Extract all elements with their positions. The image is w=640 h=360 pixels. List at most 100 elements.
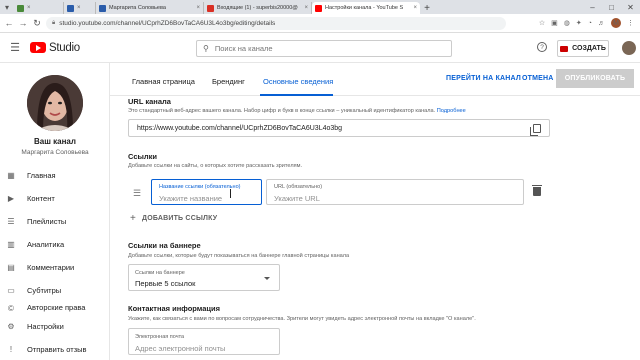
sidebar-item-label: Авторские права <box>27 303 86 312</box>
tab-search-icon[interactable]: ▾ <box>0 0 14 14</box>
back-icon[interactable]: ← <box>4 18 14 28</box>
banner-select-value: Первые 5 ссылок <box>135 279 196 288</box>
browser-tab-mail[interactable]: Входящие (1) - superbis20000@ × <box>204 2 312 14</box>
channel-avatar[interactable] <box>27 75 83 131</box>
create-label: СОЗДАТЬ <box>572 45 606 52</box>
sidebar-item-feedback[interactable]: ! Отправить отзыв <box>0 338 110 360</box>
tab-branding[interactable]: Брендинг <box>212 77 245 86</box>
email-field[interactable]: Электронная почта Адрес электронной почт… <box>128 328 280 355</box>
email-placeholder: Адрес электронной почты <box>135 344 226 353</box>
sidebar-item-analytics[interactable]: ▥ Аналитика <box>0 233 110 255</box>
lock-icon: 🔒︎ <box>52 19 56 26</box>
sidebar-item-subtitles[interactable]: ▭ Субтитры <box>0 279 110 301</box>
sidebar-item-content[interactable]: ▶ Контент <box>0 187 110 209</box>
drag-handle-icon[interactable]: ☰ <box>133 188 141 199</box>
learn-more-link[interactable]: Подробнее <box>437 108 466 114</box>
dropdown-arrow-icon <box>264 277 270 280</box>
sidebar-item-settings[interactable]: ⚙ Настройки <box>0 315 110 337</box>
banner-section-title: Ссылки на баннере <box>128 241 201 250</box>
link-name-field[interactable]: Название ссылки (обязательно) Укажите на… <box>151 179 262 205</box>
browser-tab-pinned-2[interactable]: × <box>64 2 96 14</box>
dashboard-icon: ▦ <box>7 170 15 180</box>
minimize-icon[interactable]: – <box>583 0 602 14</box>
add-link-label: ДОБАВИТЬ ССЫЛКУ <box>142 215 218 222</box>
copyright-icon: © <box>8 303 14 313</box>
cancel-button[interactable]: ОТМЕНА <box>522 75 554 82</box>
banner-links-select[interactable]: Ссылки на баннере Первые 5 ссылок <box>128 264 280 291</box>
banner-select-label: Ссылки на баннере <box>135 270 185 276</box>
channel-url-field[interactable]: https://www.youtube.com/channel/UCprhZD6… <box>128 119 550 137</box>
studio-logo[interactable]: Studio <box>30 42 80 54</box>
close-icon[interactable]: × <box>413 5 417 11</box>
close-icon[interactable]: × <box>196 5 200 11</box>
links-section-title: Ссылки <box>128 152 158 161</box>
browser-tab-title: Маргарита Соловьева <box>109 5 166 11</box>
camera-icon <box>560 45 569 52</box>
close-icon[interactable]: × <box>304 5 308 11</box>
gear-icon: ⚙ <box>7 321 15 331</box>
contact-section-desc: Укажите, как связаться с вами по вопроса… <box>128 316 476 322</box>
browser-profile-avatar[interactable]: M <box>611 18 621 28</box>
extension-icon[interactable]: ♬ <box>598 20 605 27</box>
sidebar-item-playlists[interactable]: ☰ Плейлисты <box>0 210 110 232</box>
url-desc-text: Это стандартный веб-адрес вашего канала.… <box>128 108 436 114</box>
extension-icon[interactable]: ✦ <box>576 19 582 27</box>
kebab-menu-icon[interactable]: ⋮ <box>627 19 634 27</box>
sidebar-item-dashboard[interactable]: ▦ Главная <box>0 164 110 186</box>
add-link-button[interactable]: + ДОБАВИТЬ ССЫЛКУ <box>130 213 217 224</box>
menu-icon[interactable]: ☰ <box>0 41 30 54</box>
close-icon[interactable]: × <box>77 5 81 11</box>
trash-icon[interactable] <box>532 185 542 196</box>
reload-icon[interactable]: ↻ <box>32 18 42 29</box>
new-tab-button[interactable]: + <box>420 2 434 14</box>
link-url-field[interactable]: URL (обязательно) Укажите URL <box>266 179 524 205</box>
analytics-icon: ▥ <box>7 239 15 249</box>
extension-icon[interactable]: ▣ <box>551 19 558 27</box>
publish-button[interactable]: ОПУБЛИКОВАТЬ <box>556 69 634 88</box>
extension-icon[interactable]: ◍ <box>564 19 570 27</box>
links-section-desc: Добавьте ссылки на сайты, о которых хоти… <box>128 163 303 169</box>
url-section-title: URL канала <box>128 97 171 106</box>
video-icon: ▶ <box>7 193 15 203</box>
logo-text: Studio <box>49 41 80 54</box>
sidebar-item-label: Субтитры <box>27 285 62 295</box>
close-window-icon[interactable]: ✕ <box>621 0 640 14</box>
feedback-icon: ! <box>9 344 13 354</box>
copy-icon[interactable] <box>530 124 541 136</box>
channel-name: Маргарита Соловьева <box>21 149 89 156</box>
link-name-placeholder: Укажите название <box>159 194 223 203</box>
window-controls: – □ ✕ <box>583 0 640 14</box>
avatar-photo <box>27 75 83 131</box>
help-icon[interactable]: ? <box>537 42 547 52</box>
banner-section-desc: Добавьте ссылки, которые будут показыват… <box>128 253 350 259</box>
go-to-channel-button[interactable]: ПЕРЕЙТИ НА КАНАЛ <box>446 75 521 82</box>
plus-icon: + <box>130 213 137 224</box>
tab-basic-info[interactable]: Основные сведения <box>263 77 333 86</box>
sidebar-item-copyright[interactable]: © Авторские права <box>0 299 110 313</box>
forward-icon[interactable]: → <box>18 18 28 28</box>
browser-tab-pinned-1[interactable]: × <box>14 2 64 14</box>
sidebar-item-label: Комментарии <box>27 262 75 272</box>
tab-home[interactable]: Главная страница <box>132 77 195 86</box>
extension-icon[interactable]: ◔ <box>588 20 592 27</box>
browser-tab-strip: ▾ × × Маргарита Соловьева × Входящие (1) … <box>0 0 640 14</box>
sidebar-item-label: Контент <box>27 193 55 203</box>
close-icon[interactable]: × <box>27 5 31 11</box>
browser-tab-studio[interactable]: Настройки канала - YouTube S × <box>312 2 420 14</box>
sidebar-item-label: Настройки <box>27 321 64 331</box>
browser-toolbar: ← → ↻ 🔒︎ studio.youtube.com/channel/UCpr… <box>0 14 640 33</box>
maximize-icon[interactable]: □ <box>602 0 621 14</box>
sidebar-item-label: Плейлисты <box>27 216 67 226</box>
link-name-label: Название ссылки (обязательно) <box>159 184 241 190</box>
browser-tab-title: Входящие (1) - superbis20000@ <box>217 5 298 11</box>
create-button[interactable]: СОЗДАТЬ <box>557 40 609 57</box>
browser-tab-profile[interactable]: Маргарита Соловьева × <box>96 2 204 14</box>
sidebar-item-comments[interactable]: ▤ Комментарии <box>0 256 110 278</box>
account-avatar[interactable] <box>622 41 636 55</box>
text-cursor <box>230 189 231 198</box>
star-icon[interactable]: ☆ <box>539 19 545 27</box>
sidebar-item-label: Аналитика <box>27 239 65 249</box>
browser-tab-title: Настройки канала - YouTube S <box>325 5 404 11</box>
search-input[interactable]: ⚲ Поиск на канале <box>196 40 452 57</box>
address-bar[interactable]: 🔒︎ studio.youtube.com/channel/UCprhZD6Bo… <box>46 16 506 30</box>
